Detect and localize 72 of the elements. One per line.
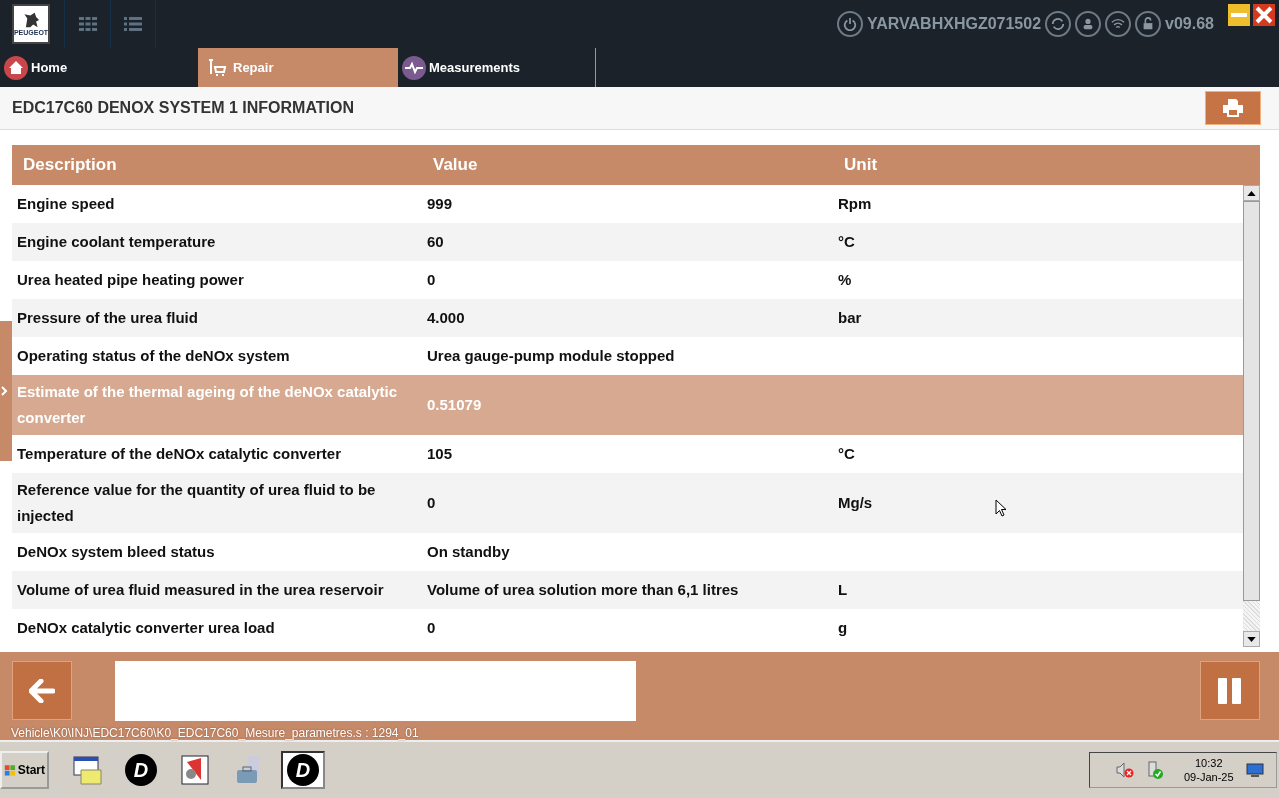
column-header: Unit: [843, 155, 878, 175]
table-cell: 105: [427, 445, 453, 462]
pulse-icon: [402, 55, 426, 80]
version-label: v09.68: [1165, 15, 1214, 33]
device-check-icon: [1146, 761, 1164, 779]
start-button[interactable]: Start: [0, 751, 49, 789]
folder-window-icon: [71, 754, 103, 786]
table-cell: Engine speed: [17, 195, 115, 212]
print-button[interactable]: [1205, 91, 1261, 125]
side-panel-handle[interactable]: [0, 321, 12, 461]
table-cell: 0: [427, 494, 436, 511]
muted-speaker-icon: [1116, 762, 1134, 778]
table-cell: bar: [838, 309, 862, 326]
table-cell: g: [838, 619, 848, 636]
table-cell: DeNOx system bleed status: [17, 543, 215, 560]
windows-logo-icon: [4, 762, 17, 778]
refresh-icon[interactable]: [1045, 11, 1072, 37]
table-cell: °C: [838, 445, 855, 462]
table-cell: Reference value for the quantity of urea fluid to be injected: [17, 481, 376, 524]
table-cell: 0: [427, 271, 436, 288]
vin-label: YARVABHXHGZ071502: [867, 15, 1042, 33]
table-row[interactable]: Volume of urea fluid measured in the urea reservoir Volume of urea solution more than 6,1 litres L: [12, 571, 1243, 609]
power-icon[interactable]: [837, 11, 864, 37]
table-cell: Volume of urea fluid measured in the urea reservoir: [17, 581, 384, 598]
table-cell: Engine coolant temperature: [17, 233, 216, 250]
table-cell: DeNOx catalytic converter urea load: [17, 619, 275, 636]
house-icon: [4, 55, 28, 80]
table-cell: 60: [427, 233, 444, 250]
table-cell: Volume of urea solution more than 6,1 litres: [427, 581, 739, 598]
table-cell: On standby: [427, 543, 510, 560]
arrow-left-icon: [29, 678, 55, 703]
back-button[interactable]: [12, 661, 72, 720]
table-cell: %: [838, 271, 852, 288]
close-button[interactable]: [1253, 4, 1275, 26]
table-cell: L: [838, 581, 848, 598]
table-cell: Rpm: [838, 195, 872, 212]
taskbar-app[interactable]: D: [281, 751, 325, 789]
monitor-icon: [1245, 762, 1264, 778]
document-icon: [179, 754, 211, 786]
column-header: Description: [22, 155, 118, 175]
printer-icon: [1221, 98, 1245, 118]
table-row[interactable]: Engine coolant temperature 60 °C: [12, 223, 1243, 261]
close-icon: [1253, 4, 1275, 26]
table-cell: 0.51079: [427, 396, 482, 413]
pause-button[interactable]: [1200, 661, 1260, 720]
table-cell: Estimate of the thermal ageing of the deNOx catalytic converter: [17, 383, 398, 426]
table-cell: Urea gauge-pump module stopped: [427, 347, 675, 364]
table-cell: Mg/s: [838, 494, 873, 511]
scroll-up-icon[interactable]: [1243, 185, 1260, 201]
lock-icon[interactable]: [1135, 11, 1162, 37]
table-cell: Operating status of the deNOx system: [17, 347, 290, 364]
tab[interactable]: Home: [0, 48, 198, 87]
column-header: Value: [432, 155, 479, 175]
table-cell: Pressure of the urea fluid: [17, 309, 198, 326]
table-cell: Urea heated pipe heating power: [17, 271, 244, 288]
table-cell: 999: [427, 195, 453, 212]
table-row[interactable]: Reference value for the quantity of urea fluid to be injected 0 Mg/s: [12, 473, 1243, 533]
script-path: Vehicle\K0\INJ\EDC17C60\K0_EDC17C60_Mesure_parametres.s : 1294_01: [10, 725, 420, 740]
user-icon[interactable]: [1075, 11, 1102, 37]
clock-time: 10:32: [1195, 756, 1223, 770]
wifi-icon[interactable]: [1105, 11, 1132, 37]
table-cell: °C: [838, 233, 855, 250]
scroll-down-icon[interactable]: [1243, 631, 1260, 647]
table-cell: 0: [427, 619, 436, 636]
table-cell: Temperature of the deNOx catalytic converter: [17, 445, 341, 462]
pause-icon: [1217, 677, 1243, 704]
page-title: EDC17C60 DENOX SYSTEM 1 INFORMATION: [12, 99, 355, 117]
table-row[interactable]: Pressure of the urea fluid 4.000 bar: [12, 299, 1243, 337]
table-cell: 4.000: [427, 309, 465, 326]
clock-date: 09-Jan-25: [1184, 770, 1234, 784]
cursor-icon: [995, 499, 1007, 517]
minimize-icon: [1231, 13, 1247, 17]
